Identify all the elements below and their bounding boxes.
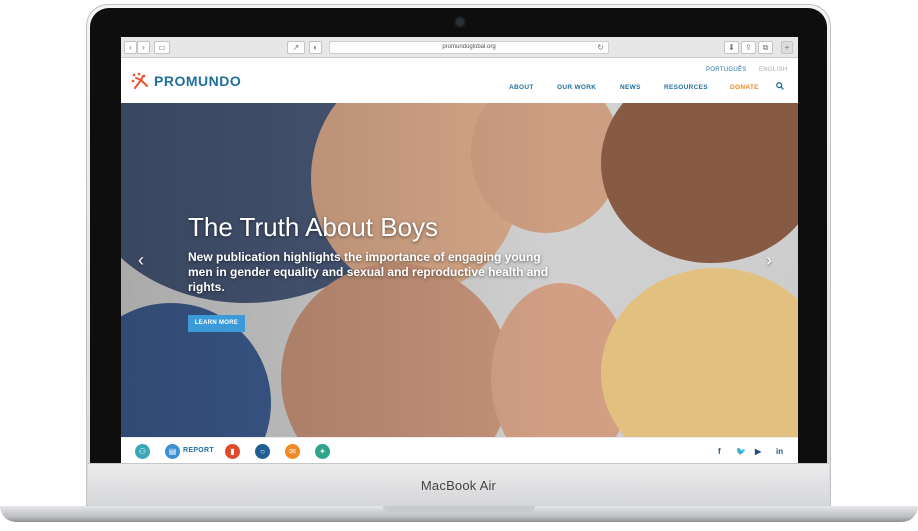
carousel-next-icon[interactable]: › — [766, 250, 772, 271]
nav-news[interactable]: NEWS — [620, 84, 641, 91]
new-tab-button[interactable]: + — [781, 41, 793, 54]
carousel-prev-icon[interactable]: ‹ — [138, 250, 144, 271]
people-icon[interactable]: ⚇ — [135, 444, 150, 459]
url-text: promundoglobal.org — [442, 44, 496, 50]
nav-resources[interactable]: RESOURCES — [664, 84, 708, 91]
forward-button[interactable]: › — [137, 41, 150, 54]
upload-icon[interactable]: ⇪ — [741, 41, 756, 54]
sidebar-icon[interactable]: ▭ — [154, 41, 170, 54]
logo[interactable]: PROMUNDO — [131, 72, 241, 90]
download-icon[interactable]: ⬇ — [724, 41, 739, 54]
brand-name: PROMUNDO — [154, 73, 242, 89]
laptop-chin: MacBook Air — [88, 463, 829, 508]
quick-links-bar: ⚇ ▤ REPORT ▮ ○ ✉ ✦ f 🐦 ▶ in — [121, 437, 798, 463]
nav-about[interactable]: ABOUT — [509, 84, 534, 91]
search-icon[interactable]: ○ — [255, 444, 270, 459]
hero-carousel: ‹ › The Truth About Boys New publication… — [121, 103, 798, 437]
screen: ‹ › ▭ ↗ ◐ promundoglobal.org ↻ ⬇ ⇪ ⧉ + P… — [121, 37, 798, 463]
url-bar[interactable]: promundoglobal.org ↻ — [329, 41, 609, 54]
nav-donate[interactable]: DONATE — [730, 84, 759, 91]
newsletter-icon[interactable]: ✉ — [285, 444, 300, 459]
laptop-notch — [383, 506, 535, 512]
browser-toolbar: ‹ › ▭ ↗ ◐ promundoglobal.org ↻ ⬇ ⇪ ⧉ + — [121, 37, 798, 58]
hero-subtitle: New publication highlights the importanc… — [188, 250, 549, 294]
linkedin-icon[interactable]: in — [776, 447, 783, 456]
back-button[interactable]: ‹ — [124, 41, 137, 54]
reload-icon[interactable]: ↻ — [597, 42, 604, 53]
site-header: PROMUNDO PORTUGUÊS ENGLISH ABOUT OUR WOR… — [121, 58, 798, 103]
facebook-icon[interactable]: f — [718, 447, 721, 456]
report-icon[interactable]: ▤ — [165, 444, 180, 459]
report-label[interactable]: REPORT — [183, 447, 214, 454]
search-icon[interactable] — [776, 82, 784, 90]
privacy-icon[interactable]: ◐ — [309, 41, 322, 54]
lang-portuguese[interactable]: PORTUGUÊS — [706, 67, 747, 73]
logo-icon — [131, 72, 148, 89]
lang-english[interactable]: ENGLISH — [759, 67, 787, 73]
tabs-icon[interactable]: ⧉ — [758, 41, 773, 54]
activity-icon[interactable]: ✦ — [315, 444, 330, 459]
twitter-icon[interactable]: 🐦 — [736, 447, 746, 456]
youtube-icon[interactable]: ▶ — [755, 447, 761, 456]
book-icon[interactable]: ▮ — [225, 444, 240, 459]
share-button[interactable]: ↗ — [287, 41, 305, 54]
hero-title: The Truth About Boys — [188, 212, 439, 242]
nav-our-work[interactable]: OUR WORK — [557, 84, 596, 91]
camera — [456, 18, 464, 26]
learn-more-button[interactable]: LEARN MORE — [188, 315, 245, 332]
model-label: MacBook Air — [420, 478, 497, 493]
